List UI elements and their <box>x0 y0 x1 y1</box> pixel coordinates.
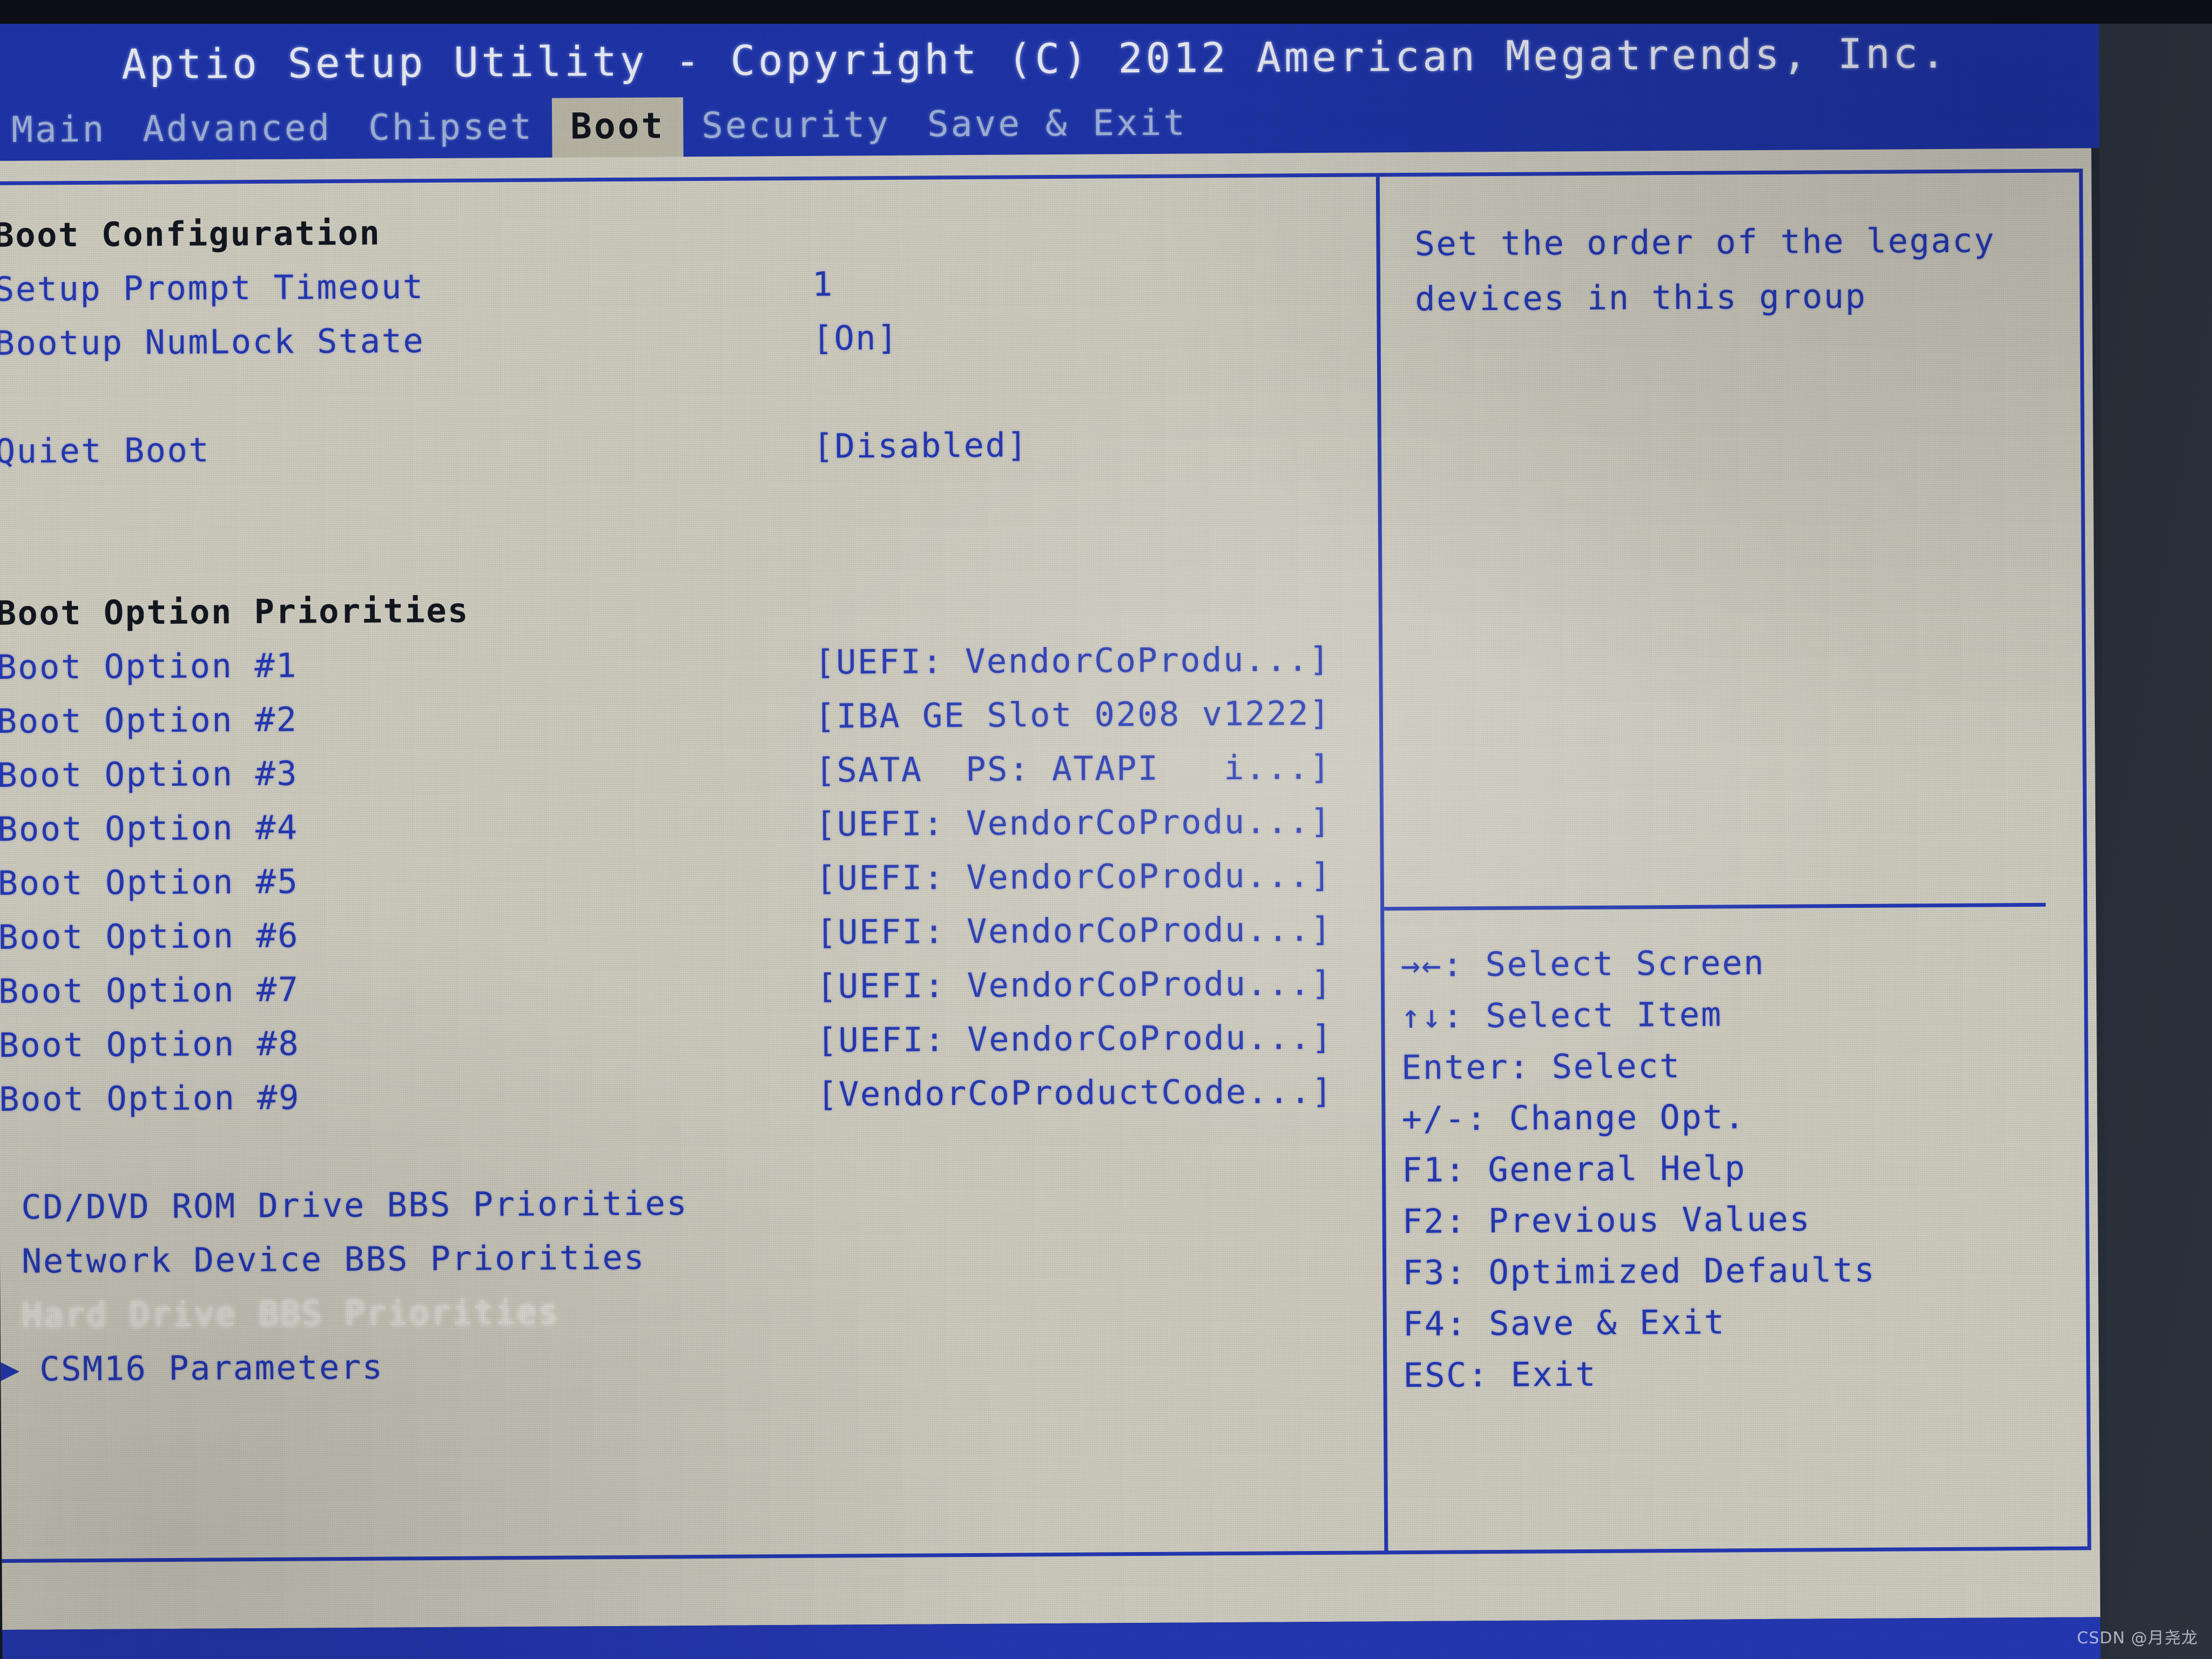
setting-row-spacer <box>0 1117 1371 1180</box>
help-line: devices in this group <box>1414 276 1867 319</box>
title-bar: Aptio Setup Utility - Copyright (C) 2012… <box>0 9 2100 161</box>
setting-row-boot-option-#4[interactable]: Boot Option #4 [UEFI: VendorCoProdu...] <box>0 793 1369 856</box>
setting-row-bootup-numlock-state[interactable]: Bootup NumLock State [On] <box>0 307 1366 370</box>
setting-value[interactable]: [UEFI: VendorCoProdu...] <box>816 909 1332 952</box>
settings-list[interactable]: Boot Configuration Setup Prompt Timeout 1 B… <box>0 177 1372 1395</box>
setting-row-boot-option-#8[interactable]: Boot Option #8 [UEFI: VendorCoProdu...] <box>0 1009 1371 1072</box>
key-legend-label: +/-: Change Opt. <box>1401 1097 1746 1139</box>
key-legend-line: F2: Previous Values <box>1402 1191 2086 1247</box>
setting-label: Boot Option #2 <box>0 699 298 741</box>
tab-boot[interactable]: Boot <box>551 97 684 158</box>
setting-row-spacer <box>0 361 1367 424</box>
setting-label: Boot Option #1 <box>0 645 298 687</box>
setting-row-boot-option-#9[interactable]: Boot Option #9 [VendorCoProductCode...] <box>0 1063 1371 1126</box>
key-legend-line: +/-: Change Opt. <box>1401 1089 2085 1144</box>
setting-row-boot-option-#2[interactable]: Boot Option #2 [IBA GE Slot 0208 v1222] <box>0 685 1368 748</box>
setting-label: CD/DVD ROM Drive BBS Priorities <box>21 1183 689 1227</box>
setting-row-network-device-bbs-priorities[interactable]: Network Device BBS Priorities <box>0 1225 1372 1288</box>
tab-save-exit[interactable]: Save & Exit <box>909 94 1206 156</box>
setting-value[interactable]: [UEFI: VendorCoProdu...] <box>815 855 1332 898</box>
setting-row-boot-option-#1[interactable]: Boot Option #1 [UEFI: VendorCoProdu...] <box>0 631 1368 694</box>
setting-label: Boot Option #6 <box>0 915 300 957</box>
setting-label: Setup Prompt Timeout <box>0 266 424 309</box>
setting-value[interactable]: [UEFI: VendorCoProdu...] <box>817 963 1333 1006</box>
setting-label: Boot Option #3 <box>0 753 299 795</box>
setting-value[interactable]: [Disabled] <box>813 425 1029 466</box>
arrow-left-right-icon: →← <box>1400 946 1443 985</box>
bottom-rule <box>2 1546 2088 1563</box>
setting-value[interactable]: 1 <box>812 264 834 304</box>
key-legend-line: F3: Optimized Defaults <box>1402 1243 2086 1298</box>
vertical-divider <box>1375 177 1388 1555</box>
setting-label: Network Device BBS Priorities <box>21 1237 646 1281</box>
tab-advanced[interactable]: Advanced <box>124 99 350 160</box>
setting-label: Hard Drive BBS Priorities <box>22 1292 560 1335</box>
setting-label: Bootup NumLock State <box>0 320 425 363</box>
setting-value[interactable]: [UEFI: VendorCoProdu...] <box>817 1017 1333 1060</box>
key-legend-line: F1: General Help <box>1402 1140 2086 1196</box>
arrow-up-down-icon: ↑↓ <box>1401 997 1443 1036</box>
key-legend-label: F2: Previous Values <box>1402 1199 1811 1242</box>
key-legend-label: ESC: Exit <box>1403 1354 1597 1395</box>
setting-row-spacer <box>0 469 1367 532</box>
setting-label: Boot Option #5 <box>0 861 299 903</box>
setting-row-cd-dvd-rom-drive-bbs-priorities[interactable]: CD/DVD ROM Drive BBS Priorities <box>0 1171 1372 1234</box>
key-legend-line: F4: Save & Exit <box>1402 1294 2086 1350</box>
setting-row-boot-option-#3[interactable]: Boot Option #3 [SATA PS: ATAPI i...] <box>0 739 1369 802</box>
setting-row-spacer <box>0 523 1367 586</box>
setting-label: Boot Option #4 <box>0 807 299 849</box>
key-legend-label: F4: Save & Exit <box>1402 1302 1726 1344</box>
setting-row-setup-prompt-timeout[interactable]: Setup Prompt Timeout 1 <box>0 253 1366 316</box>
setting-label: Boot Option #7 <box>0 969 300 1011</box>
setting-row-boot-option-#7[interactable]: Boot Option #7 [UEFI: VendorCoProdu...] <box>0 955 1370 1018</box>
key-legend-line: →←: Select Screen <box>1400 935 2084 990</box>
key-legend-line: ↑↓: Select Item <box>1401 986 2085 1042</box>
setting-row-quiet-boot[interactable]: Quiet Boot [Disabled] <box>0 415 1367 478</box>
setting-row-boot-option-#5[interactable]: Boot Option #5 [UEFI: VendorCoProdu...] <box>0 847 1370 910</box>
setting-label: Boot Configuration <box>0 213 381 255</box>
setting-label: CSM16 Parameters <box>39 1347 384 1389</box>
setting-value[interactable]: [IBA GE Slot 0208 v1222] <box>815 693 1331 736</box>
key-legend: →←: Select Screen ↑↓: Select Item Enter: S… <box>1384 935 2086 1401</box>
tab-main[interactable]: Main <box>0 100 125 161</box>
setting-label: Boot Option #9 <box>0 1077 300 1119</box>
setting-row-csm16-parameters[interactable]: ▶ CSM16 Parameters <box>1 1333 1373 1396</box>
key-legend-line: ESC: Exit <box>1403 1345 2087 1401</box>
page-title: Aptio Setup Utility - Copyright (C) 2012… <box>121 29 1949 89</box>
key-legend-label: F3: Optimized Defaults <box>1402 1250 1876 1293</box>
submenu-arrow-icon: ▶ <box>1 1350 21 1387</box>
help-line: Set the order of the legacy <box>1414 220 1996 264</box>
watermark: CSDN @月尧龙 <box>2076 1629 2198 1648</box>
crt-display: Aptio Setup Utility - Copyright (C) 2012… <box>0 9 2109 1659</box>
content-panel: Boot Configuration Setup Prompt Timeout 1 B… <box>0 148 2101 1630</box>
setting-row-boot-configuration: Boot Configuration <box>0 199 1366 262</box>
setting-value[interactable]: [On] <box>812 318 899 358</box>
key-legend-label: : Select Screen <box>1442 942 1765 984</box>
content-frame: Boot Configuration Setup Prompt Timeout 1 B… <box>0 168 2092 1563</box>
menu-tab-bar[interactable]: Main Advanced Chipset Boot Security Save & Ex… <box>0 94 1205 161</box>
key-legend-label: Enter: Select <box>1401 1046 1681 1088</box>
setting-label: Quiet Boot <box>0 430 211 471</box>
help-divider <box>1384 902 2046 911</box>
help-text: Set the order of the legacy devices in th… <box>1380 172 2080 327</box>
key-legend-line: Enter: Select <box>1401 1037 2085 1093</box>
setting-value[interactable]: [SATA PS: ATAPI i...] <box>815 747 1331 790</box>
tab-chipset[interactable]: Chipset <box>350 98 552 159</box>
top-black-edge <box>0 0 2212 24</box>
setting-row-hard-drive-bbs-priorities[interactable]: Hard Drive BBS Priorities <box>0 1279 1372 1342</box>
setting-row-boot-option-#6[interactable]: Boot Option #6 [UEFI: VendorCoProdu...] <box>0 901 1370 964</box>
setting-value[interactable]: [UEFI: VendorCoProdu...] <box>814 639 1331 682</box>
bios-screenshot: Aptio Setup Utility - Copyright (C) 2012… <box>0 0 2212 1659</box>
setting-value[interactable]: [UEFI: VendorCoProdu...] <box>815 801 1332 844</box>
setting-label: Boot Option #8 <box>0 1023 300 1065</box>
setting-label: Boot Option Priorities <box>0 590 470 633</box>
setting-row-boot-option-priorities: Boot Option Priorities <box>0 577 1368 640</box>
setting-value[interactable]: [VendorCoProductCode...] <box>817 1071 1333 1114</box>
tab-security[interactable]: Security <box>683 96 909 157</box>
key-legend-label: F1: General Help <box>1401 1148 1746 1190</box>
key-legend-label: : Select Item <box>1442 994 1723 1036</box>
